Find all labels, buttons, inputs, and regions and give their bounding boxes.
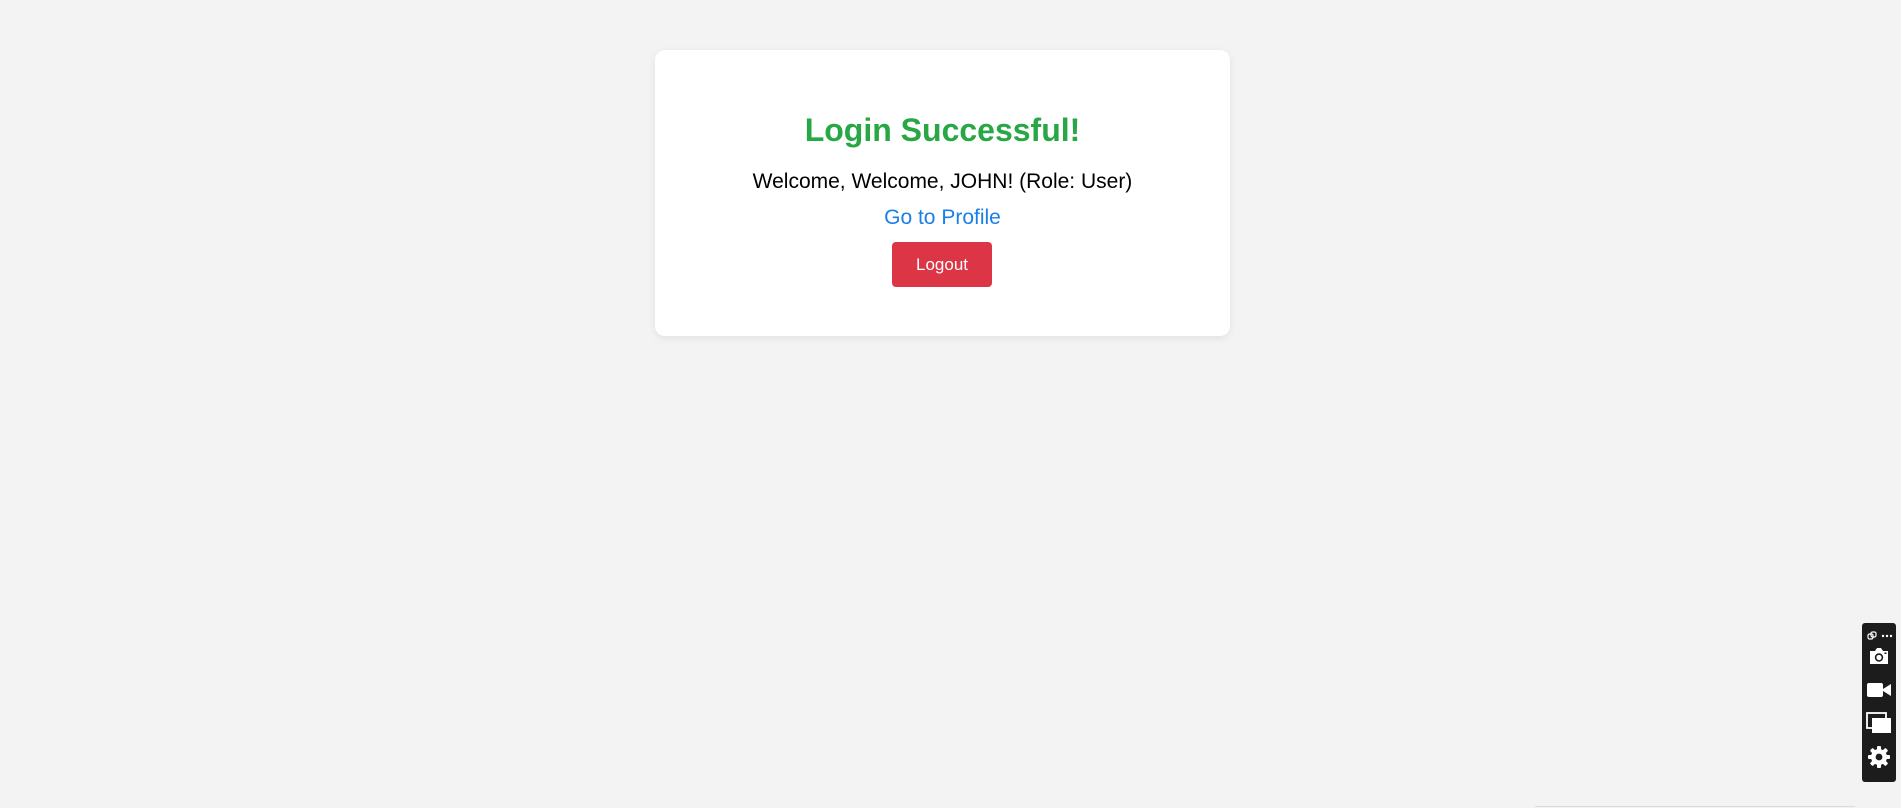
window-capture-button[interactable] — [1866, 711, 1892, 739]
record-video-button[interactable] — [1866, 679, 1892, 705]
camera-icon — [1867, 646, 1891, 671]
bottom-divider — [1535, 806, 1855, 807]
go-to-profile-label[interactable]: Go to Profile — [884, 206, 1001, 229]
link-icon[interactable] — [1867, 628, 1877, 640]
more-icon[interactable] — [1881, 628, 1893, 638]
welcome-message: Welcome, Welcome, JOHN! (Role: User) — [752, 170, 1133, 193]
video-camera-icon — [1866, 680, 1892, 705]
login-success-card: Login Successful! Welcome, Welcome, JOHN… — [655, 50, 1230, 336]
go-to-profile-link[interactable]: Go to Profile — [655, 205, 1230, 230]
logout-button[interactable]: Logout — [892, 242, 992, 287]
settings-button[interactable] — [1866, 745, 1892, 774]
screenshot-button[interactable] — [1866, 645, 1892, 671]
window-icon — [1866, 711, 1892, 739]
gear-icon — [1867, 745, 1891, 774]
floating-toolbar — [1862, 623, 1896, 782]
toolbar-header — [1867, 628, 1893, 640]
page-title: Login Successful! — [804, 112, 1081, 148]
